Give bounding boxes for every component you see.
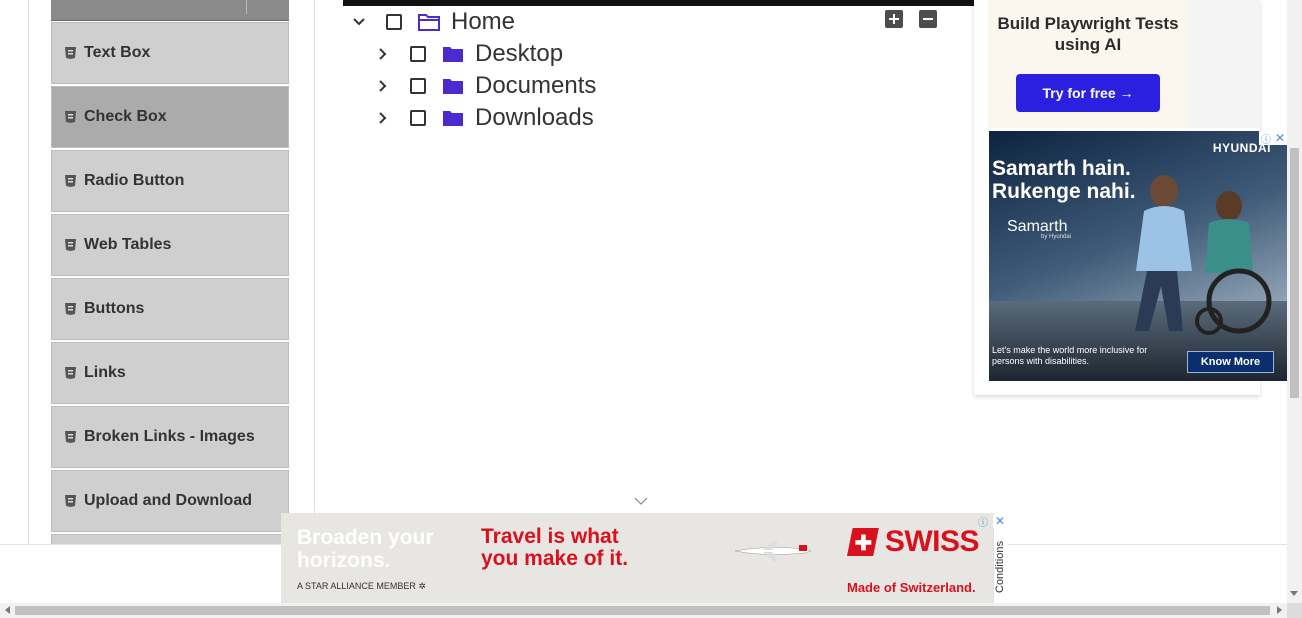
ad-subbrand-by: by Hyundai [1041, 234, 1072, 240]
chevron-down-icon[interactable] [634, 496, 648, 506]
collapse-all-button[interactable] [919, 10, 937, 28]
html-file-icon [65, 431, 76, 443]
ad-headline-secondary: Travel is what you make of it. [481, 525, 629, 570]
menu-item-label: Check Box [84, 108, 167, 125]
swiss-logo: SWISS [847, 525, 980, 559]
folder-open-icon [418, 14, 440, 31]
horizontal-scrollbar[interactable] [0, 603, 1287, 618]
menu-item-radio-button[interactable]: Radio Button [51, 150, 289, 212]
elements-menu: Text Box Check Box Radio Button Web Tabl… [51, 22, 289, 544]
html-file-icon [65, 367, 76, 379]
hyundai-ad[interactable]: HYUNDAI Samarth hain. Rukenge nahi. Sama… [989, 131, 1287, 381]
ad-headline: Broaden your horizons. [297, 526, 434, 572]
checkbox-home[interactable] [386, 14, 402, 30]
menu-item-broken-links[interactable]: Broken Links - Images [51, 406, 289, 468]
ad-alliance-text: A STAR ALLIANCE MEMBER ✲ [297, 581, 426, 592]
folder-icon [443, 79, 463, 94]
tree-node-label[interactable]: Downloads [475, 104, 594, 132]
chevron-right-icon[interactable] [375, 46, 391, 62]
ad-tagline: Made of Switzerland. [847, 580, 976, 595]
vertical-scrollbar[interactable] [1287, 0, 1302, 603]
chevron-right-icon[interactable] [375, 110, 391, 126]
menu-item-label: Text Box [84, 44, 151, 61]
tree-node-downloads: Downloads [375, 102, 594, 134]
html-file-icon [65, 239, 76, 251]
swiss-cross-icon [847, 527, 879, 557]
menu-item-label: Radio Button [84, 172, 185, 189]
ad-title: Build Playwright Tests using AI [997, 14, 1179, 54]
menu-item-links[interactable]: Links [51, 342, 289, 404]
ad-background-pattern [1188, 0, 1260, 128]
alliance-label: A STAR ALLIANCE MEMBER [297, 581, 416, 591]
scrollbar-corner [1287, 603, 1302, 618]
menu-item-label: Buttons [84, 300, 145, 317]
tree-node-label[interactable]: Home [451, 8, 515, 36]
tree-node-documents: Documents [375, 70, 596, 102]
ad-close-icon[interactable]: ✕ [993, 514, 1007, 528]
checkbox-documents[interactable] [410, 78, 426, 94]
airplane-icon [734, 541, 812, 561]
ad-info-icon[interactable]: ⓘ [976, 514, 990, 529]
chevron-right-icon[interactable] [375, 78, 391, 94]
menu-item-label: Broken Links - Images [84, 428, 255, 445]
menu-item-label: Web Tables [84, 236, 172, 253]
ad-tagline: Let's make the world more inclusive for … [992, 345, 1148, 366]
html-file-icon [65, 303, 76, 315]
ad-info-icon[interactable]: ⓘ [1259, 131, 1273, 146]
scroll-left-arrow-icon[interactable] [5, 606, 10, 614]
tree-node-label[interactable]: Desktop [475, 40, 563, 68]
tree-node-label[interactable]: Documents [475, 72, 596, 100]
swiss-logo-text: SWISS [884, 525, 980, 558]
menu-item-web-tables[interactable]: Web Tables [51, 214, 289, 276]
menu-item-buttons[interactable]: Buttons [51, 278, 289, 340]
chevron-down-icon[interactable] [351, 14, 367, 30]
sidebar-group-header[interactable] [51, 0, 289, 21]
html-file-icon [65, 495, 76, 507]
menu-item-text-box[interactable]: Text Box [51, 22, 289, 84]
scroll-right-arrow-icon[interactable] [1277, 606, 1282, 614]
plus-square-icon [889, 14, 899, 24]
tree-node-home: Home [351, 6, 515, 38]
horizontal-scrollbar-thumb[interactable] [15, 606, 1270, 615]
expand-all-button[interactable] [885, 10, 903, 28]
menu-item-partial[interactable] [51, 534, 289, 544]
vertical-scrollbar-thumb[interactable] [1290, 148, 1299, 398]
minus-square-icon [923, 18, 933, 20]
playwright-ad[interactable]: Build Playwright Tests using AI Try for … [988, 0, 1188, 128]
html-file-icon [65, 175, 76, 187]
know-more-button[interactable]: Know More [1187, 351, 1274, 373]
checkbox-downloads[interactable] [410, 110, 426, 126]
swiss-ad[interactable]: Broaden your horizons. A STAR ALLIANCE M… [281, 513, 993, 603]
menu-item-check-box[interactable]: Check Box [51, 86, 289, 148]
html-file-icon [65, 47, 76, 59]
star-alliance-icon: ✲ [418, 581, 426, 591]
left-sidebar: Text Box Check Box Radio Button Web Tabl… [28, 0, 315, 544]
tree-node-desktop: Desktop [375, 38, 563, 70]
html-file-icon [65, 111, 76, 123]
folder-icon [443, 47, 463, 62]
try-for-free-button[interactable]: Try for free → [1016, 74, 1160, 112]
ad-close-icon[interactable]: ✕ [1273, 131, 1287, 145]
menu-item-label: Upload and Download [84, 492, 252, 509]
menu-item-upload-download[interactable]: Upload and Download [51, 470, 289, 532]
divider [246, 0, 247, 14]
menu-item-label: Links [84, 364, 126, 381]
checkbox-desktop[interactable] [410, 46, 426, 62]
ad-conditions-link[interactable]: Conditions [993, 532, 1007, 602]
ad-headline: Samarth hain. Rukenge nahi. [992, 157, 1136, 203]
scroll-down-arrow-icon[interactable] [1290, 591, 1298, 596]
folder-icon [443, 111, 463, 126]
